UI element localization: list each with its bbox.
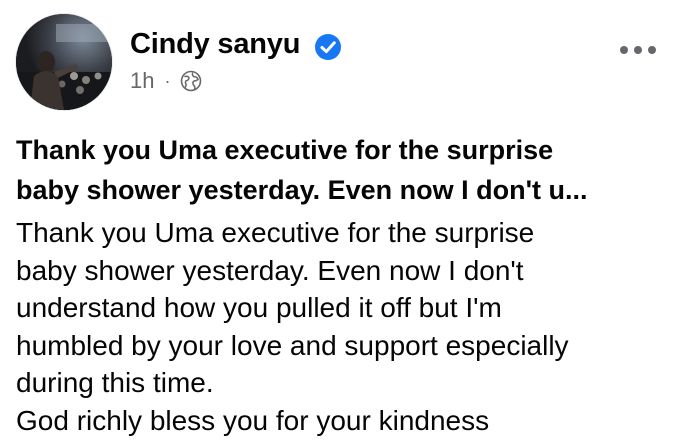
meta-separator: · bbox=[164, 70, 171, 91]
post-meta: 1h · bbox=[130, 68, 202, 94]
post-timestamp[interactable]: 1h bbox=[130, 68, 154, 94]
globe-icon[interactable] bbox=[180, 70, 202, 92]
post-headline-line-2: baby shower yesterday. Even now I don't … bbox=[16, 175, 588, 205]
post-headline[interactable]: Thank you Uma executive for the surprise… bbox=[16, 130, 666, 210]
post-body-text: Thank you Uma executive for the surprise… bbox=[16, 217, 569, 436]
post-headline-line-1: Thank you Uma executive for the surprise bbox=[16, 135, 554, 165]
author-avatar[interactable] bbox=[16, 14, 112, 110]
more-options-icon[interactable] bbox=[617, 40, 659, 60]
verified-badge-icon bbox=[315, 34, 341, 60]
author-name[interactable]: Cindy sanyu bbox=[130, 28, 300, 61]
post-card: Cindy sanyu 1h · Thank you Uma executive… bbox=[0, 0, 675, 448]
